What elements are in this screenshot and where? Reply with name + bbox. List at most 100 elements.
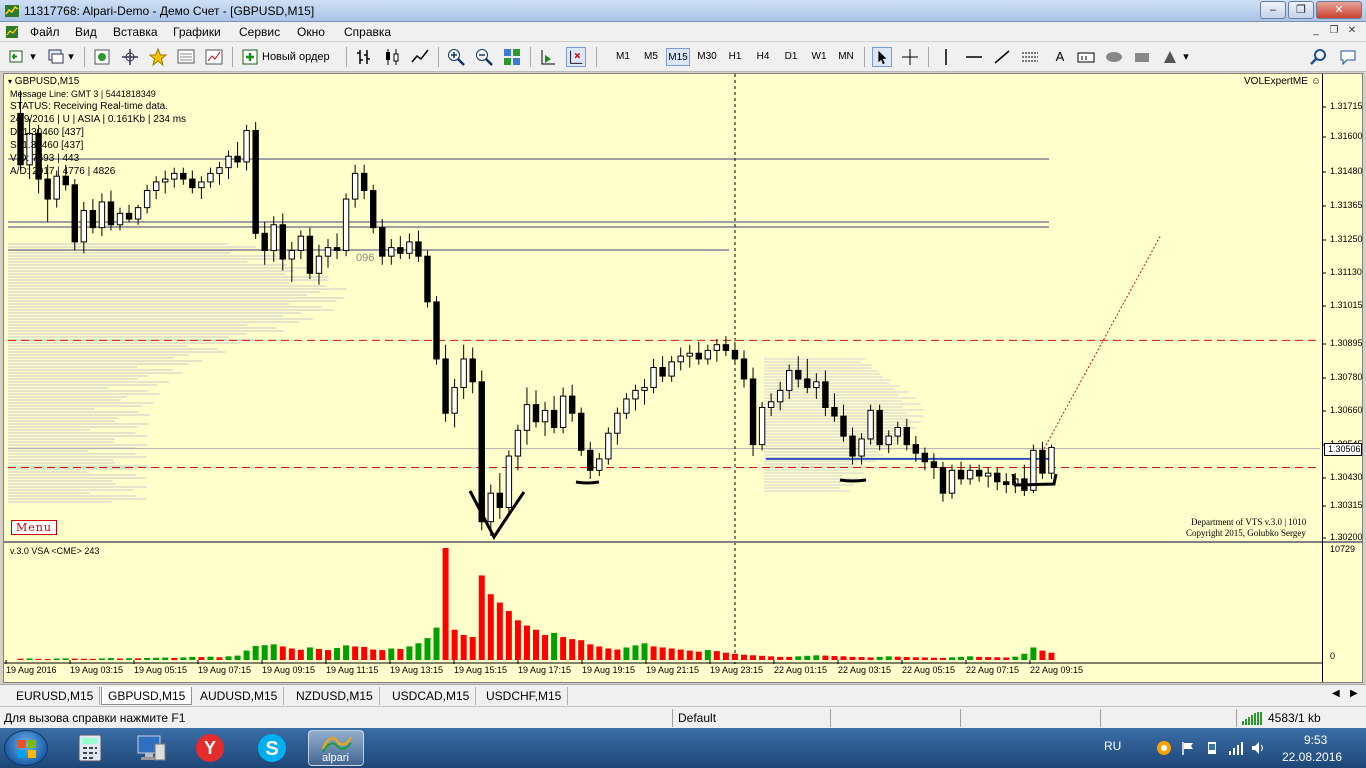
toolbar-separator xyxy=(438,47,439,67)
candle-body xyxy=(876,409,883,446)
trendline-icon[interactable] xyxy=(992,47,1012,67)
volume-icon[interactable] xyxy=(1250,740,1266,756)
equidistant-channel-icon[interactable] xyxy=(1020,47,1040,67)
menu-help[interactable]: Справка xyxy=(344,25,391,39)
menu-view[interactable]: Вид xyxy=(75,25,97,39)
chart-window[interactable]: 1.31715 1.31600 1.31480 1.31365 1.31250 1.311… xyxy=(3,73,1363,683)
arrows-icon[interactable] xyxy=(1160,47,1180,67)
zoom-in-icon[interactable] xyxy=(446,47,466,67)
timeframe-m1[interactable]: M1 xyxy=(612,48,634,66)
menu-window[interactable]: Окно xyxy=(297,25,325,39)
clock-date[interactable]: 22.08.2016 xyxy=(1282,750,1342,764)
menu-charts[interactable]: Графики xyxy=(173,25,221,39)
network-icon[interactable] xyxy=(1228,740,1244,756)
tab-eurusd[interactable]: EURUSD,M15 xyxy=(10,687,101,705)
language-indicator[interactable]: RU xyxy=(1104,739,1121,753)
chat-icon[interactable] xyxy=(1338,47,1358,67)
maximize-button[interactable]: ❐ xyxy=(1288,1,1314,19)
timeframe-h1[interactable]: H1 xyxy=(724,48,746,66)
search-icon[interactable] xyxy=(1308,47,1328,67)
volume-bar xyxy=(306,647,313,660)
navigator-icon[interactable] xyxy=(148,47,168,67)
menu-file[interactable]: Файл xyxy=(30,25,60,39)
document-icon[interactable] xyxy=(4,24,20,40)
tab-nzdusd[interactable]: NZDUSD,M15 xyxy=(290,687,380,705)
candlestick-icon[interactable] xyxy=(382,47,402,67)
tile-windows-icon[interactable] xyxy=(502,47,522,67)
auto-scroll-icon[interactable] xyxy=(538,47,558,67)
tab-usdchf[interactable]: USDCHF,M15 xyxy=(480,687,569,705)
candle-body xyxy=(53,175,60,200)
arrows-dropdown-icon[interactable]: ▾ xyxy=(1182,46,1190,68)
ellipse-icon[interactable] xyxy=(1104,47,1124,67)
start-button[interactable] xyxy=(4,730,48,766)
close-button[interactable]: ✕ xyxy=(1316,1,1362,19)
tray-device-icon[interactable] xyxy=(1204,740,1220,756)
chart-canvas[interactable] xyxy=(4,74,1362,682)
profiles-dropdown-icon[interactable]: ▾ xyxy=(67,46,75,68)
timeframe-w1[interactable]: W1 xyxy=(808,48,830,66)
candle-body xyxy=(578,412,585,451)
line-chart-icon[interactable] xyxy=(410,47,430,67)
tab-scroll-right-icon[interactable]: ▶ xyxy=(1350,688,1358,699)
market-watch-icon[interactable] xyxy=(92,47,112,67)
menu-tools[interactable]: Сервис xyxy=(239,25,280,39)
taskbar-yandex[interactable]: Y xyxy=(182,730,238,766)
computer-icon xyxy=(137,735,166,761)
candle-body xyxy=(795,369,802,380)
taskbar-calculator[interactable] xyxy=(62,730,118,766)
new-chart-icon[interactable] xyxy=(8,47,28,67)
clock-time[interactable]: 9:53 xyxy=(1304,733,1327,747)
timeframe-h4[interactable]: H4 xyxy=(752,48,774,66)
tab-usdcad[interactable]: USDCAD,M15 xyxy=(386,687,477,705)
new-chart-dropdown-icon[interactable]: ▾ xyxy=(29,46,37,68)
volume-bar xyxy=(885,656,892,660)
new-order-icon[interactable] xyxy=(240,47,260,67)
mdi-restore-icon[interactable]: ❐ xyxy=(1326,24,1342,39)
volume-bar xyxy=(849,656,856,660)
vertical-line-icon[interactable] xyxy=(936,47,956,67)
mdi-close-icon[interactable]: ✕ xyxy=(1344,24,1360,39)
pane-divider[interactable] xyxy=(4,541,1362,543)
tab-gbpusd[interactable]: GBPUSD,M15 xyxy=(101,687,193,705)
timeframe-mn[interactable]: MN xyxy=(834,48,858,66)
profiles-icon[interactable] xyxy=(46,47,66,67)
minimize-button[interactable]: ‒ xyxy=(1260,1,1286,19)
rectangle-icon[interactable] xyxy=(1132,47,1152,67)
cursor-icon[interactable] xyxy=(872,47,892,67)
candle-body xyxy=(668,361,675,377)
timeframe-m5[interactable]: M5 xyxy=(640,48,662,66)
terminal-icon[interactable] xyxy=(176,47,196,67)
tab-audusd[interactable]: AUDUSD,M15 xyxy=(194,687,285,705)
text-tool-icon[interactable]: A xyxy=(1050,46,1070,68)
taskbar-alpari[interactable]: alpari xyxy=(308,730,364,766)
menu-badge[interactable]: Menu xyxy=(11,520,57,535)
mdi-minimize-icon[interactable]: _ xyxy=(1308,24,1324,39)
timeframe-m30[interactable]: M30 xyxy=(694,48,720,66)
menu-insert[interactable]: Вставка xyxy=(113,25,158,39)
taskbar-skype[interactable]: S xyxy=(244,730,300,766)
expert-smiley-icon: ☺ xyxy=(1310,76,1321,87)
volume-bar xyxy=(153,657,160,660)
chart-shift-icon[interactable] xyxy=(566,47,586,67)
timeframe-m15[interactable]: M15 xyxy=(666,48,690,66)
candle-body xyxy=(939,466,947,494)
tray-alert-icon[interactable] xyxy=(1156,740,1172,756)
tray-flag-icon[interactable] xyxy=(1180,740,1196,756)
taskbar-explorer[interactable] xyxy=(122,730,178,766)
new-order-button[interactable]: Новый ордер xyxy=(262,46,338,68)
zoom-out-icon[interactable] xyxy=(474,47,494,67)
data-window-icon[interactable] xyxy=(120,47,140,67)
crosshair-icon[interactable] xyxy=(900,47,920,67)
timeframe-d1[interactable]: D1 xyxy=(780,48,802,66)
strategy-tester-icon[interactable] xyxy=(204,47,224,67)
tab-scroll-left-icon[interactable]: ◀ xyxy=(1332,688,1340,699)
text-label-icon[interactable] xyxy=(1076,47,1096,67)
horizontal-line-icon[interactable] xyxy=(964,47,984,67)
connection-bars-icon[interactable] xyxy=(1242,712,1266,725)
bar-chart-icon[interactable] xyxy=(354,47,374,67)
title-bar[interactable]: 11317768: Alpari-Demo - Демо Счет - [GBP… xyxy=(0,0,1366,22)
toolbar-separator xyxy=(232,47,233,67)
volume-bar xyxy=(632,645,639,660)
volume-bar xyxy=(560,637,567,660)
